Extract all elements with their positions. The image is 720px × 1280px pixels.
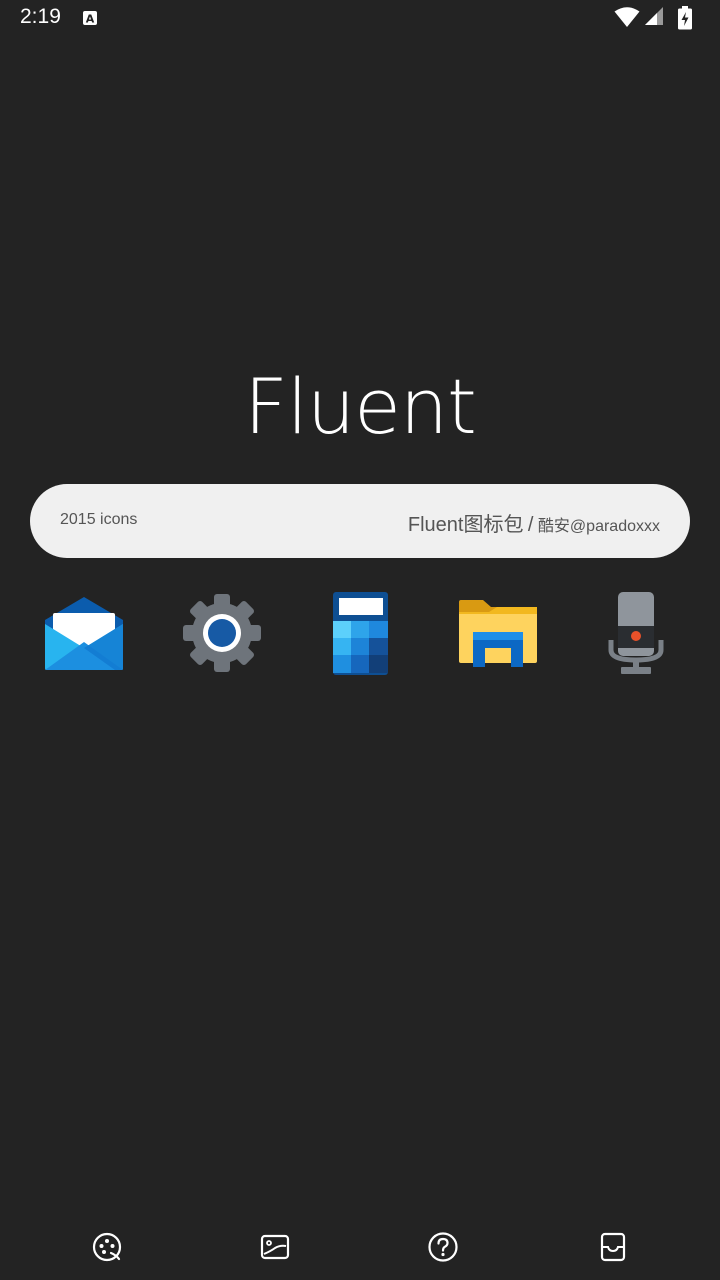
- calculator-icon[interactable]: [315, 590, 405, 680]
- wifi-icon: [614, 7, 640, 27]
- help-icon: [428, 1232, 458, 1262]
- mail-icon[interactable]: [39, 590, 129, 680]
- file-explorer-icon[interactable]: [453, 590, 543, 680]
- home-screen: 2:19 A Fluent 2015 icons Fluent图标包 / 酷安@…: [0, 0, 720, 1280]
- pack-credit: Fluent图标包 / 酷安@paradoxxx: [408, 508, 660, 537]
- voice-recorder-icon[interactable]: [591, 590, 681, 680]
- keyboard-a-icon: A: [82, 10, 98, 30]
- app-logo: Fluent: [244, 362, 477, 451]
- svg-text:A: A: [86, 13, 95, 26]
- wallpaper-icon: [260, 1234, 290, 1260]
- info-pill[interactable]: 2015 icons Fluent图标包 / 酷安@paradoxxx: [30, 484, 690, 558]
- nav-about[interactable]: [590, 1224, 636, 1270]
- icon-pack-icon: [92, 1232, 122, 1262]
- battery-charging-icon: [678, 6, 692, 30]
- bottom-navigation: [0, 1224, 720, 1270]
- signal-icon: [645, 7, 663, 25]
- settings-gear-icon[interactable]: [177, 590, 267, 680]
- status-bar: 2:19 A: [0, 0, 720, 36]
- preview-icons: [0, 590, 720, 680]
- nav-wallpaper[interactable]: [252, 1224, 298, 1270]
- nav-help[interactable]: [420, 1224, 466, 1270]
- nav-icon-pack[interactable]: [84, 1224, 130, 1270]
- icon-count-label: 2015 icons: [60, 511, 138, 528]
- about-icon: [600, 1232, 626, 1262]
- pack-title: Fluent图标包: [407, 514, 524, 536]
- pack-separator: /: [527, 514, 534, 536]
- status-time: 2:19: [20, 5, 61, 28]
- pack-author: 酷安@paradoxxx: [537, 518, 660, 535]
